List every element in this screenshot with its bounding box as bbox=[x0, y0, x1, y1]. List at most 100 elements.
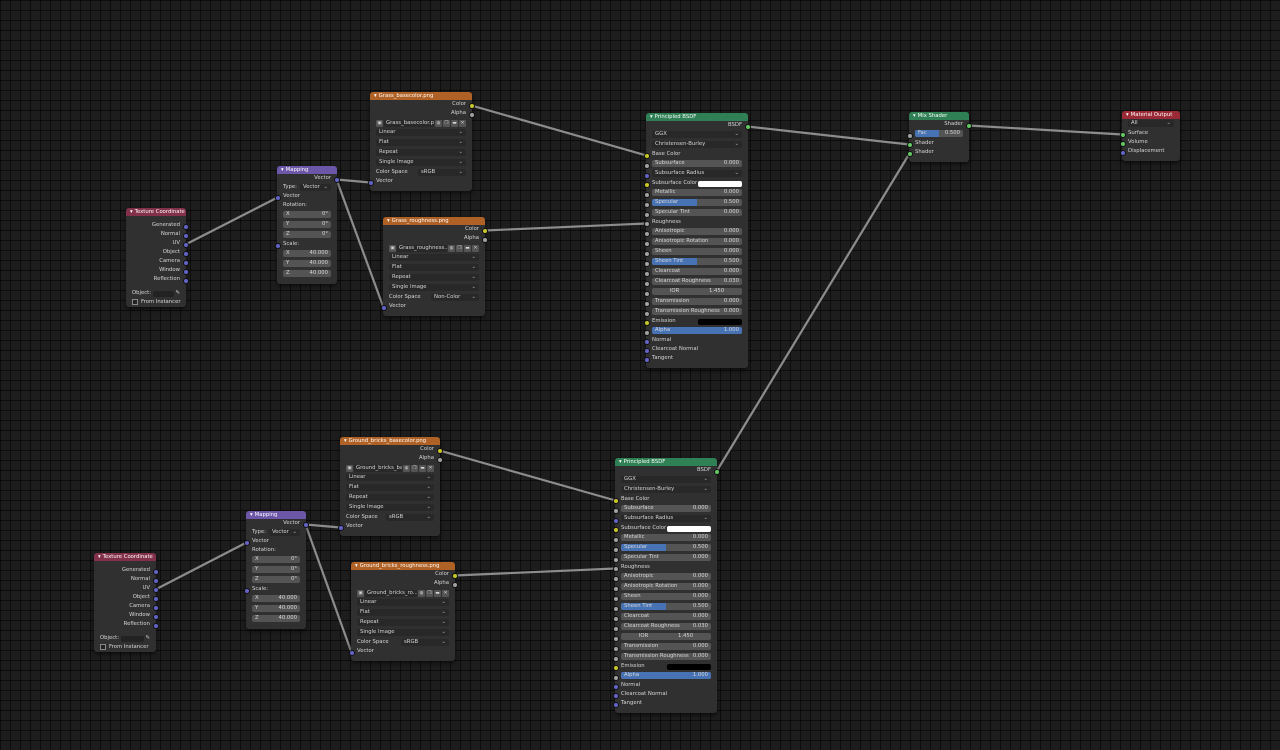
image-icon[interactable]: ▣ bbox=[376, 119, 383, 127]
socket-clearcoat-normal[interactable]: Clearcoat Normal bbox=[612, 690, 717, 699]
rotation-y[interactable]: Y 0° bbox=[277, 221, 337, 230]
socket-dot[interactable] bbox=[612, 575, 619, 582]
color-space-row[interactable]: Color Space sRGB ⌄ bbox=[370, 168, 472, 177]
socket-dot[interactable] bbox=[152, 568, 159, 575]
socket-dot[interactable] bbox=[643, 181, 650, 188]
socket-dot[interactable] bbox=[152, 613, 159, 620]
anisotropic-rotation-field[interactable]: Anisotropic Rotation 0.000 bbox=[643, 238, 748, 247]
extension-dropdown[interactable]: Repeat ⌄ bbox=[383, 274, 485, 283]
subsurface-radius-dropdown[interactable]: Subsurface Radius ⌄ bbox=[612, 515, 717, 524]
socket-dot[interactable] bbox=[612, 635, 619, 642]
fac-slider[interactable]: Fac 0.500 bbox=[906, 130, 969, 139]
socket-dot[interactable] bbox=[612, 645, 619, 652]
socket-dot[interactable] bbox=[906, 150, 913, 157]
duplicate-icon[interactable]: ❐ bbox=[426, 589, 433, 597]
socket-dot[interactable] bbox=[274, 242, 281, 249]
socket-dot[interactable] bbox=[643, 290, 650, 297]
from-instancer-checkbox[interactable]: From Instancer bbox=[94, 643, 156, 652]
socket-dot[interactable] bbox=[965, 122, 972, 129]
subsurface-color-field[interactable]: Subsurface Color bbox=[612, 524, 717, 533]
projection-dropdown[interactable]: Flat ⌄ bbox=[351, 609, 455, 618]
socket-dot[interactable] bbox=[643, 300, 650, 307]
color-space-dropdown[interactable]: sRGB ⌄ bbox=[386, 514, 434, 521]
socket-vector-in[interactable]: Vector bbox=[243, 537, 306, 546]
socket-tangent[interactable]: Tangent bbox=[643, 354, 748, 363]
socket-dot[interactable] bbox=[643, 220, 650, 227]
transmission-field[interactable]: Transmission 0.000 bbox=[643, 298, 748, 307]
socket-vector-in[interactable]: Vector bbox=[367, 177, 472, 186]
folder-icon[interactable]: ▬ bbox=[434, 589, 441, 597]
close-icon[interactable]: ✕ bbox=[442, 589, 449, 597]
socket-dot[interactable] bbox=[612, 655, 619, 662]
folder-icon[interactable]: ▬ bbox=[464, 244, 471, 252]
alpha-slider[interactable]: Alpha 1.000 bbox=[612, 672, 717, 681]
socket-dot[interactable] bbox=[1119, 140, 1126, 147]
color-space-dropdown[interactable]: Non-Color ⌄ bbox=[431, 294, 479, 301]
shield-icon[interactable]: ◍ bbox=[435, 119, 442, 127]
socket-normal[interactable]: Normal bbox=[94, 575, 159, 584]
image-texture-node-bricks-roughness[interactable]: ▾ Ground_bricks_roughness.png Color Alpha… bbox=[348, 562, 458, 661]
color-space-dropdown[interactable]: sRGB ⌄ bbox=[418, 169, 466, 176]
shield-icon[interactable]: ◍ bbox=[418, 589, 425, 597]
subsurface-method-dropdown[interactable]: Christensen-Burley ⌄ bbox=[646, 141, 748, 150]
anisotropic-field[interactable]: Anisotropic 0.000 bbox=[643, 228, 748, 237]
socket-dot[interactable] bbox=[612, 507, 619, 514]
socket-bsdf-out[interactable]: BSDF bbox=[615, 466, 720, 475]
socket-camera[interactable]: Camera bbox=[126, 257, 189, 266]
specular-slider[interactable]: Specular 0.500 bbox=[643, 199, 748, 208]
socket-dot[interactable] bbox=[182, 250, 189, 257]
node-header[interactable]: ▾ Material Output bbox=[1122, 111, 1180, 119]
subsurface-field[interactable]: Subsurface 0.000 bbox=[612, 505, 717, 514]
color-swatch[interactable] bbox=[667, 525, 711, 532]
scale-z[interactable]: Z 40.000 bbox=[246, 615, 306, 624]
image-icon[interactable]: ▣ bbox=[389, 244, 396, 252]
alpha-slider[interactable]: Alpha 1.000 bbox=[643, 327, 748, 336]
interpolation-dropdown[interactable]: Linear ⌄ bbox=[383, 254, 485, 263]
socket-dot[interactable] bbox=[612, 526, 619, 533]
node-header[interactable]: ▾ Mapping bbox=[277, 166, 337, 174]
socket-dot[interactable] bbox=[612, 605, 619, 612]
socket-dot[interactable] bbox=[481, 236, 488, 243]
socket-dot[interactable] bbox=[612, 595, 619, 602]
socket-dot[interactable] bbox=[643, 356, 650, 363]
duplicate-icon[interactable]: ❐ bbox=[443, 119, 450, 127]
socket-dot[interactable] bbox=[643, 152, 650, 159]
socket-base-color[interactable]: Base Color bbox=[612, 495, 717, 504]
scale-x[interactable]: X 40.000 bbox=[246, 595, 306, 604]
socket-dot[interactable] bbox=[612, 625, 619, 632]
shield-icon[interactable]: ◍ bbox=[403, 464, 410, 472]
socket-color[interactable]: Color bbox=[340, 445, 443, 454]
color-space-row[interactable]: Color Space sRGB ⌄ bbox=[351, 638, 455, 647]
socket-dot[interactable] bbox=[612, 692, 619, 699]
socket-dot[interactable] bbox=[243, 587, 250, 594]
socket-dot[interactable] bbox=[643, 347, 650, 354]
node-header[interactable]: ▾ Ground_bricks_basecolor.png bbox=[340, 437, 440, 445]
transmission-roughness-field[interactable]: Transmission Roughness 0.000 bbox=[643, 308, 748, 317]
mapping-node-2[interactable]: ▾ Mapping Vector Type: Vector ⌄ Vector Rota… bbox=[243, 511, 309, 629]
rotation-y[interactable]: Y 0° bbox=[246, 566, 306, 575]
socket-vector-in[interactable]: Vector bbox=[380, 302, 485, 311]
socket-dot[interactable] bbox=[612, 615, 619, 622]
image-icon[interactable]: ▣ bbox=[346, 464, 353, 472]
socket-object[interactable]: Object bbox=[126, 248, 189, 257]
from-instancer-checkbox[interactable]: From Instancer bbox=[126, 298, 186, 307]
socket-vector-in[interactable]: Vector bbox=[337, 522, 440, 531]
distribution-dropdown[interactable]: GGX ⌄ bbox=[646, 131, 748, 140]
socket-dot[interactable] bbox=[333, 176, 340, 183]
close-icon[interactable]: ✕ bbox=[472, 244, 479, 252]
sheen-tint-slider[interactable]: Sheen Tint 0.500 bbox=[643, 258, 748, 267]
socket-dot[interactable] bbox=[643, 338, 650, 345]
socket-dot[interactable] bbox=[643, 260, 650, 267]
principled-bsdf-node-2[interactable]: ▾ Principled BSDF BSDF GGX ⌄ Christensen-B… bbox=[612, 458, 720, 713]
subsurface-color-field[interactable]: Subsurface Color bbox=[643, 179, 748, 188]
socket-normal[interactable]: Normal bbox=[612, 681, 717, 690]
socket-dot[interactable] bbox=[643, 172, 650, 179]
socket-dot[interactable] bbox=[152, 604, 159, 611]
node-header[interactable]: ▾ Grass_roughness.png bbox=[383, 217, 485, 225]
scale-y[interactable]: Y 40.000 bbox=[277, 260, 337, 269]
socket-dot[interactable] bbox=[152, 595, 159, 602]
image-selector[interactable]: ▣Ground_bricks_ba...◍❐▬✕ bbox=[340, 464, 440, 473]
socket-dot[interactable] bbox=[612, 517, 619, 524]
socket-dot[interactable] bbox=[152, 577, 159, 584]
socket-dot[interactable] bbox=[612, 683, 619, 690]
